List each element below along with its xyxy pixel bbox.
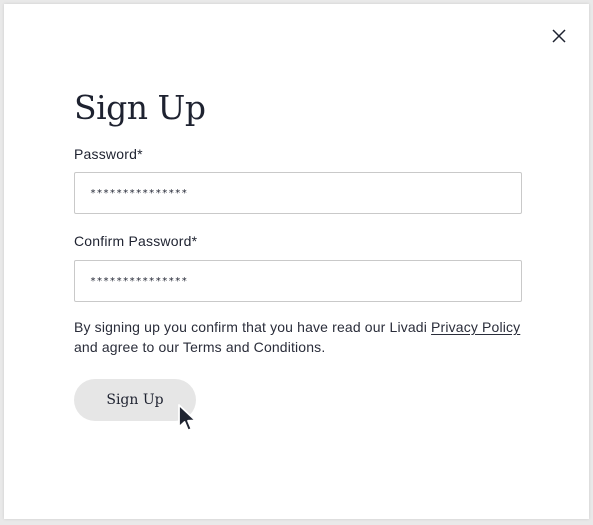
close-icon (552, 29, 566, 43)
disclaimer-text-before: By signing up you confirm that you have … (74, 319, 432, 335)
password-label: Password* (74, 146, 143, 162)
signup-disclaimer: By signing up you confirm that you have … (74, 317, 524, 357)
confirm-password-field[interactable] (75, 261, 521, 301)
sign-up-button[interactable]: Sign Up (74, 379, 196, 421)
page-title: Sign Up (74, 88, 206, 127)
confirm-password-field-box (74, 260, 522, 302)
privacy-policy-link[interactable]: Privacy Policy (431, 319, 520, 335)
confirm-password-label: Confirm Password* (74, 233, 198, 249)
close-button[interactable] (549, 26, 569, 46)
signup-modal: Sign Up Password* Confirm Password* By s… (4, 4, 589, 519)
password-field[interactable] (75, 173, 521, 213)
disclaimer-text-after: and agree to our Terms and Conditions. (74, 339, 326, 355)
password-field-box (74, 172, 522, 214)
